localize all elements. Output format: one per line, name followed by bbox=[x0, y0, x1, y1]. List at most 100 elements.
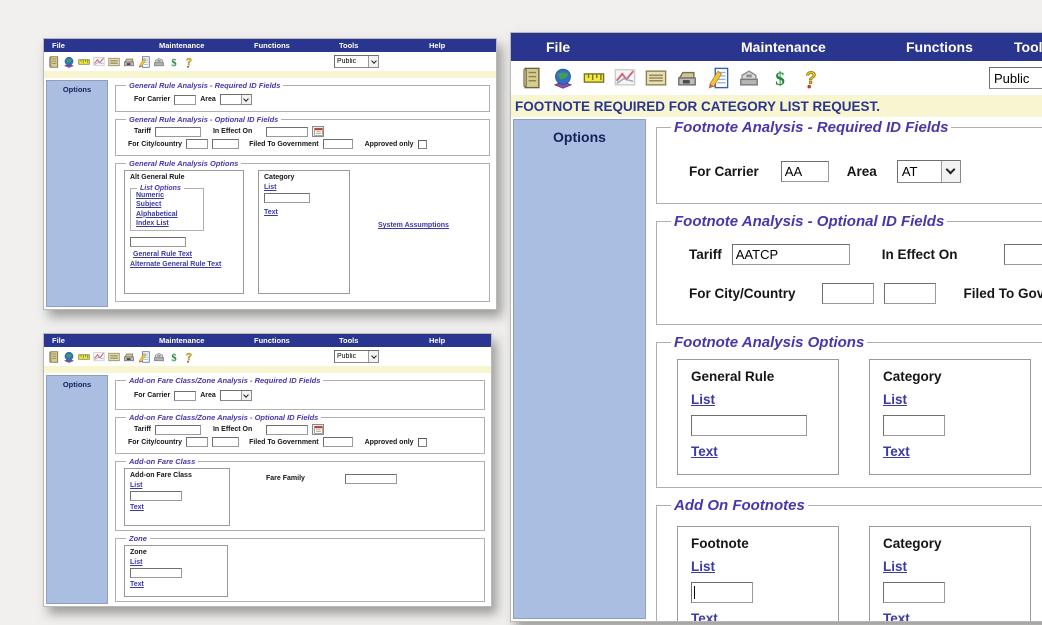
menu-functions[interactable]: Functions bbox=[906, 39, 1014, 55]
menu-file[interactable]: File bbox=[52, 336, 159, 345]
chevron-down-icon[interactable] bbox=[368, 351, 378, 362]
register-icon[interactable] bbox=[123, 351, 135, 363]
chevron-down-icon[interactable] bbox=[940, 161, 960, 182]
notebook-icon[interactable] bbox=[521, 67, 543, 89]
tariff-input[interactable] bbox=[154, 424, 201, 435]
menu-tools[interactable]: Tools bbox=[339, 41, 429, 50]
options-panel[interactable]: Options bbox=[513, 119, 646, 619]
menu-maintenance[interactable]: Maintenance bbox=[159, 41, 254, 50]
folder-icon[interactable] bbox=[108, 56, 120, 68]
printer-icon[interactable] bbox=[738, 67, 760, 89]
list-link[interactable]: List bbox=[130, 482, 224, 489]
text-link[interactable]: Text bbox=[883, 444, 1017, 459]
text-link[interactable]: Text bbox=[691, 611, 825, 621]
register-icon[interactable] bbox=[123, 56, 135, 68]
dollar-icon[interactable]: $ bbox=[168, 351, 180, 362]
area-select[interactable] bbox=[219, 94, 252, 105]
chevron-down-icon[interactable] bbox=[240, 95, 251, 104]
text-link[interactable]: Text bbox=[130, 504, 224, 511]
general-rule-text-link[interactable]: General Rule Text bbox=[133, 251, 238, 258]
chart-icon[interactable] bbox=[93, 56, 105, 68]
help-icon[interactable]: ? bbox=[800, 67, 822, 89]
zone-list-input[interactable] bbox=[130, 568, 182, 578]
help-icon[interactable]: ? bbox=[183, 56, 195, 67]
chart-icon[interactable] bbox=[614, 67, 636, 89]
footnote-list-input[interactable] bbox=[691, 582, 753, 603]
text-link[interactable]: Text bbox=[883, 611, 1017, 621]
menu-tools[interactable]: Tools bbox=[1014, 39, 1042, 55]
printer-icon[interactable] bbox=[153, 351, 165, 363]
city-input[interactable] bbox=[186, 139, 209, 149]
category-list-input[interactable] bbox=[264, 193, 310, 203]
text-link[interactable]: Text bbox=[691, 444, 825, 459]
folder-icon[interactable] bbox=[108, 351, 120, 363]
tariff-input[interactable] bbox=[731, 244, 850, 265]
menu-help[interactable]: Help bbox=[429, 41, 445, 50]
chevron-down-icon[interactable] bbox=[240, 391, 251, 400]
options-panel[interactable]: Options bbox=[46, 80, 108, 307]
alt-general-rule-input[interactable] bbox=[130, 236, 186, 247]
globe-icon[interactable] bbox=[63, 351, 75, 363]
menu-file[interactable]: File bbox=[52, 41, 159, 50]
printer-icon[interactable] bbox=[153, 56, 165, 68]
pencil-icon[interactable] bbox=[138, 350, 150, 363]
scope-select[interactable]: Public bbox=[334, 55, 379, 68]
fare-class-list-input[interactable] bbox=[130, 491, 182, 501]
filed-to-government-input[interactable] bbox=[322, 139, 353, 149]
area-select[interactable]: AT bbox=[896, 160, 961, 183]
ruler-icon[interactable] bbox=[78, 351, 90, 363]
text-link[interactable]: Text bbox=[130, 581, 222, 588]
in-effect-on-input[interactable] bbox=[266, 126, 309, 137]
ruler-icon[interactable] bbox=[78, 56, 90, 68]
notebook-icon[interactable] bbox=[48, 350, 60, 363]
category-list-input[interactable] bbox=[883, 582, 945, 603]
register-icon[interactable] bbox=[676, 67, 698, 89]
ruler-icon[interactable] bbox=[583, 67, 605, 89]
numeric-link[interactable]: Numeric bbox=[136, 192, 198, 199]
menu-functions[interactable]: Functions bbox=[254, 41, 339, 50]
help-icon[interactable]: ? bbox=[183, 351, 195, 362]
globe-icon[interactable] bbox=[63, 56, 75, 68]
general-rule-list-input[interactable] bbox=[691, 415, 807, 436]
list-link[interactable]: List bbox=[883, 392, 1017, 407]
fare-family-input[interactable] bbox=[344, 474, 397, 484]
folder-icon[interactable] bbox=[645, 67, 667, 89]
list-link[interactable]: List bbox=[883, 559, 1017, 574]
alternate-general-rule-text-link[interactable]: Alternate General Rule Text bbox=[130, 261, 238, 268]
alphabetical-link[interactable]: Alphabetical bbox=[136, 211, 198, 218]
area-select[interactable] bbox=[219, 390, 252, 401]
menu-functions[interactable]: Functions bbox=[254, 336, 339, 345]
calendar-icon[interactable] bbox=[312, 126, 325, 137]
menu-file[interactable]: File bbox=[546, 39, 741, 55]
text-link[interactable]: Text bbox=[264, 209, 344, 216]
approved-only-checkbox[interactable] bbox=[417, 139, 427, 149]
dollar-icon[interactable]: $ bbox=[168, 56, 180, 67]
list-link[interactable]: List bbox=[691, 392, 825, 407]
subject-link[interactable]: Subject bbox=[136, 201, 198, 208]
approved-only-checkbox[interactable] bbox=[417, 437, 427, 447]
for-carrier-input[interactable] bbox=[174, 94, 197, 105]
chart-icon[interactable] bbox=[93, 351, 105, 363]
calendar-icon[interactable] bbox=[312, 424, 325, 435]
menu-tools[interactable]: Tools bbox=[339, 336, 429, 345]
pencil-icon[interactable] bbox=[707, 67, 729, 89]
pencil-icon[interactable] bbox=[138, 55, 150, 68]
city-input[interactable] bbox=[821, 283, 874, 304]
list-link[interactable]: List bbox=[691, 559, 825, 574]
chevron-down-icon[interactable] bbox=[368, 56, 378, 67]
system-assumptions-link[interactable]: System Assumptions bbox=[378, 222, 449, 229]
list-link[interactable]: List bbox=[130, 559, 222, 566]
options-panel[interactable]: Options bbox=[46, 375, 108, 604]
scope-select[interactable]: Public bbox=[989, 67, 1042, 89]
in-effect-on-input[interactable] bbox=[266, 424, 309, 435]
index-list-link[interactable]: Index List bbox=[136, 220, 198, 227]
category-list-input[interactable] bbox=[883, 415, 945, 436]
globe-icon[interactable] bbox=[552, 67, 574, 89]
menu-maintenance[interactable]: Maintenance bbox=[159, 336, 254, 345]
notebook-icon[interactable] bbox=[48, 55, 60, 68]
dollar-icon[interactable]: $ bbox=[769, 67, 791, 89]
list-link[interactable]: List bbox=[264, 184, 344, 191]
country-input[interactable] bbox=[212, 139, 240, 149]
scope-select[interactable]: Public bbox=[334, 350, 379, 363]
tariff-input[interactable] bbox=[154, 126, 201, 137]
